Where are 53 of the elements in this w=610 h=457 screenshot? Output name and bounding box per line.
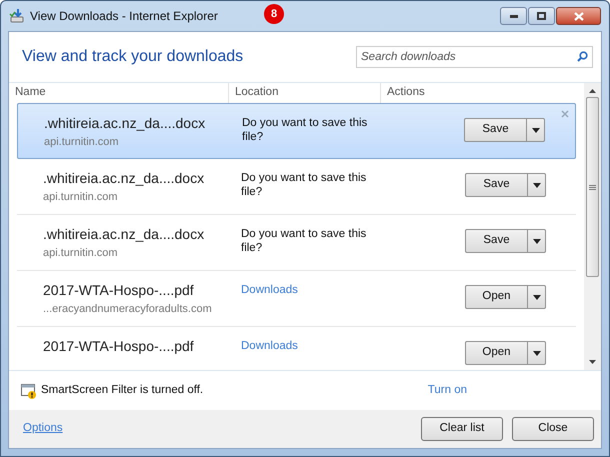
window-title: View Downloads - Internet Explorer [30, 8, 218, 25]
file-name: .whitireia.ac.nz_da....docx [43, 169, 204, 187]
file-source: api.turnitin.com [44, 135, 119, 149]
action-button[interactable]: Save [465, 173, 528, 197]
file-name: .whitireia.ac.nz_da....docx [43, 225, 204, 243]
file-source: api.turnitin.com [43, 246, 118, 260]
minimize-icon [510, 14, 518, 18]
column-header[interactable]: Actions [381, 83, 584, 103]
caret-icon [532, 294, 540, 300]
maximize-icon [537, 12, 546, 20]
file-name: .whitireia.ac.nz_da....docx [44, 114, 206, 132]
close-icon [574, 12, 584, 20]
dropdown-button[interactable] [528, 173, 546, 197]
save-prompt: Do you want to save this file? [242, 116, 368, 144]
action-button[interactable]: Open [465, 285, 528, 309]
scroll-up-icon [589, 89, 596, 93]
notification-badge: 8 [264, 4, 284, 24]
caret-icon [532, 128, 540, 132]
save-prompt: Do you want to save this file? [241, 171, 368, 199]
options-link[interactable]: Options [23, 420, 63, 438]
file-source: ...eracyandnumeracyforadults.com [43, 302, 212, 316]
maximize-button[interactable] [528, 7, 555, 25]
location-link[interactable]: Downloads [241, 284, 298, 296]
dialog-heading: View and track your downloads [22, 47, 244, 67]
scroll-down-icon [589, 360, 596, 364]
footer-button[interactable]: Close [512, 417, 594, 441]
dropdown-button[interactable] [528, 229, 546, 253]
download-icon [9, 8, 25, 24]
caret-icon [532, 238, 540, 244]
scroll-thumb[interactable] [586, 97, 599, 277]
caret-icon [532, 350, 540, 356]
footer-button[interactable]: Clear list [421, 417, 503, 441]
search-field[interactable]: Search downloads [356, 46, 593, 68]
minimize-button[interactable] [500, 7, 527, 25]
grip-icon [589, 184, 596, 190]
shield-warning-icon [21, 382, 37, 398]
action-button[interactable]: Save [464, 118, 527, 142]
file-source: api.turnitin.com [43, 190, 118, 204]
file-name: 2017-WTA-Hospo-....pdf [43, 281, 194, 299]
caret-icon [532, 182, 540, 188]
turn-on-link[interactable]: Turn on [428, 382, 467, 400]
file-name: 2017-WTA-Hospo-....pdf [43, 337, 194, 355]
location-link[interactable]: Downloads [241, 340, 298, 352]
action-button[interactable]: Open [465, 341, 528, 365]
smartscreen-message: SmartScreen Filter is turned off. [41, 382, 204, 398]
dropdown-button[interactable] [528, 341, 546, 365]
dropdown-button[interactable] [527, 118, 545, 142]
scrollbar[interactable] [584, 83, 601, 370]
search-icon [577, 51, 588, 62]
close-button[interactable] [556, 7, 601, 25]
dropdown-button[interactable] [528, 285, 546, 309]
save-prompt: Do you want to save this file? [241, 227, 368, 255]
action-button[interactable]: Save [465, 229, 528, 253]
